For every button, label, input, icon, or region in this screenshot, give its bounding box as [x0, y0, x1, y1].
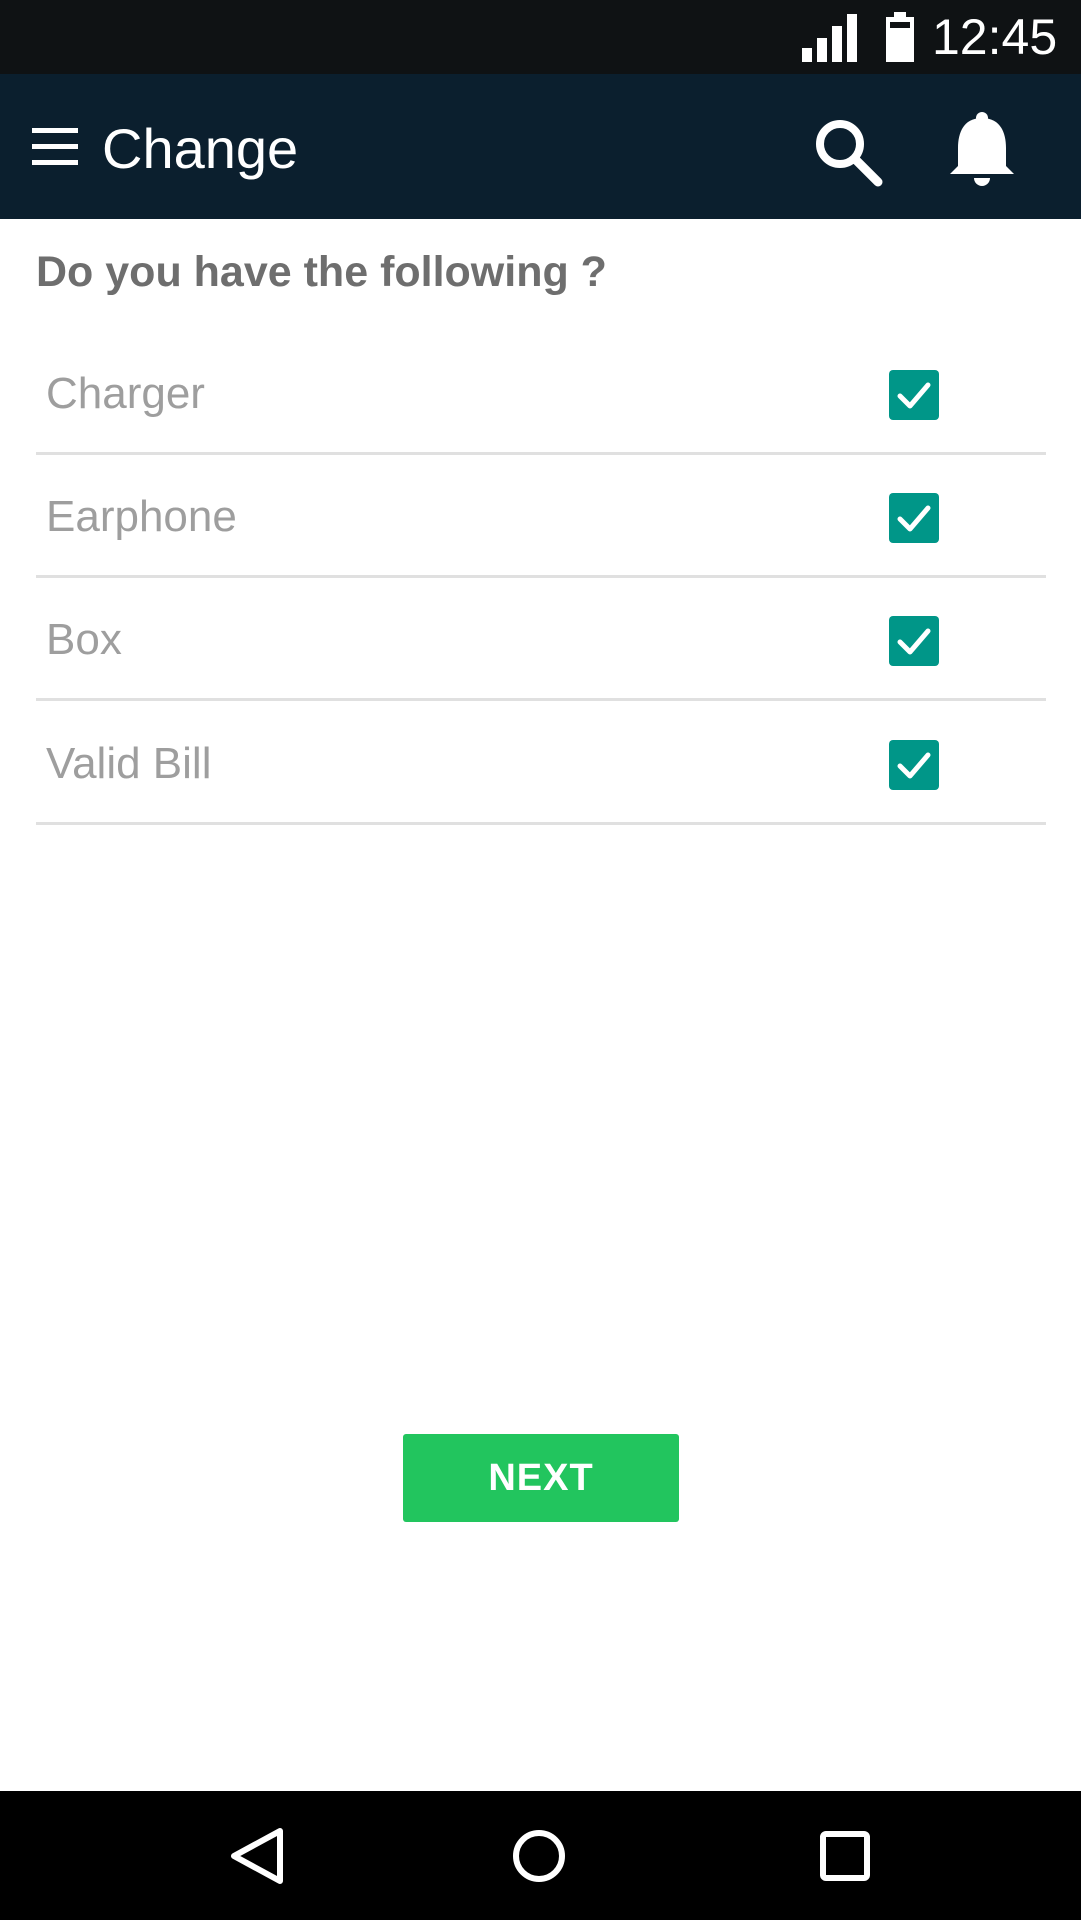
checkbox[interactable] [889, 493, 939, 543]
checkmark-icon [897, 505, 931, 532]
checkmark-icon [897, 628, 931, 655]
screen: 12:45 Change Do you have the following ?… [0, 0, 1081, 1920]
back-triangle-icon[interactable] [222, 1821, 292, 1891]
checkbox[interactable] [889, 616, 939, 666]
checklist-item-valid-bill[interactable]: Valid Bill [36, 702, 1046, 825]
bell-icon[interactable] [944, 110, 1020, 190]
system-nav-bar [0, 1791, 1081, 1920]
checkbox[interactable] [889, 370, 939, 420]
search-icon[interactable] [808, 112, 888, 192]
checklist-item-label: Charger [46, 369, 205, 418]
status-clock: 12:45 [932, 9, 1058, 65]
hamburger-menu-icon[interactable] [30, 124, 82, 170]
checkmark-icon [897, 382, 931, 409]
checklist-item-box[interactable]: Box [36, 578, 1046, 701]
recents-square-icon[interactable] [810, 1821, 880, 1891]
signal-icon [802, 14, 857, 62]
page-title: Change [102, 117, 299, 180]
checklist-item-earphone[interactable]: Earphone [36, 455, 1046, 578]
checkbox[interactable] [889, 740, 939, 790]
question-heading: Do you have the following ? [36, 248, 607, 296]
checklist-item-label: Valid Bill [46, 739, 212, 788]
checkmark-icon [897, 752, 931, 779]
app-bar: Change [0, 74, 1081, 219]
checklist-item-charger[interactable]: Charger [36, 332, 1046, 455]
checklist-item-label: Box [46, 615, 122, 664]
battery-icon [886, 12, 914, 62]
checklist-item-label: Earphone [46, 492, 237, 541]
next-button[interactable]: NEXT [403, 1434, 679, 1522]
home-circle-icon[interactable] [504, 1821, 574, 1891]
status-bar: 12:45 [0, 0, 1081, 74]
